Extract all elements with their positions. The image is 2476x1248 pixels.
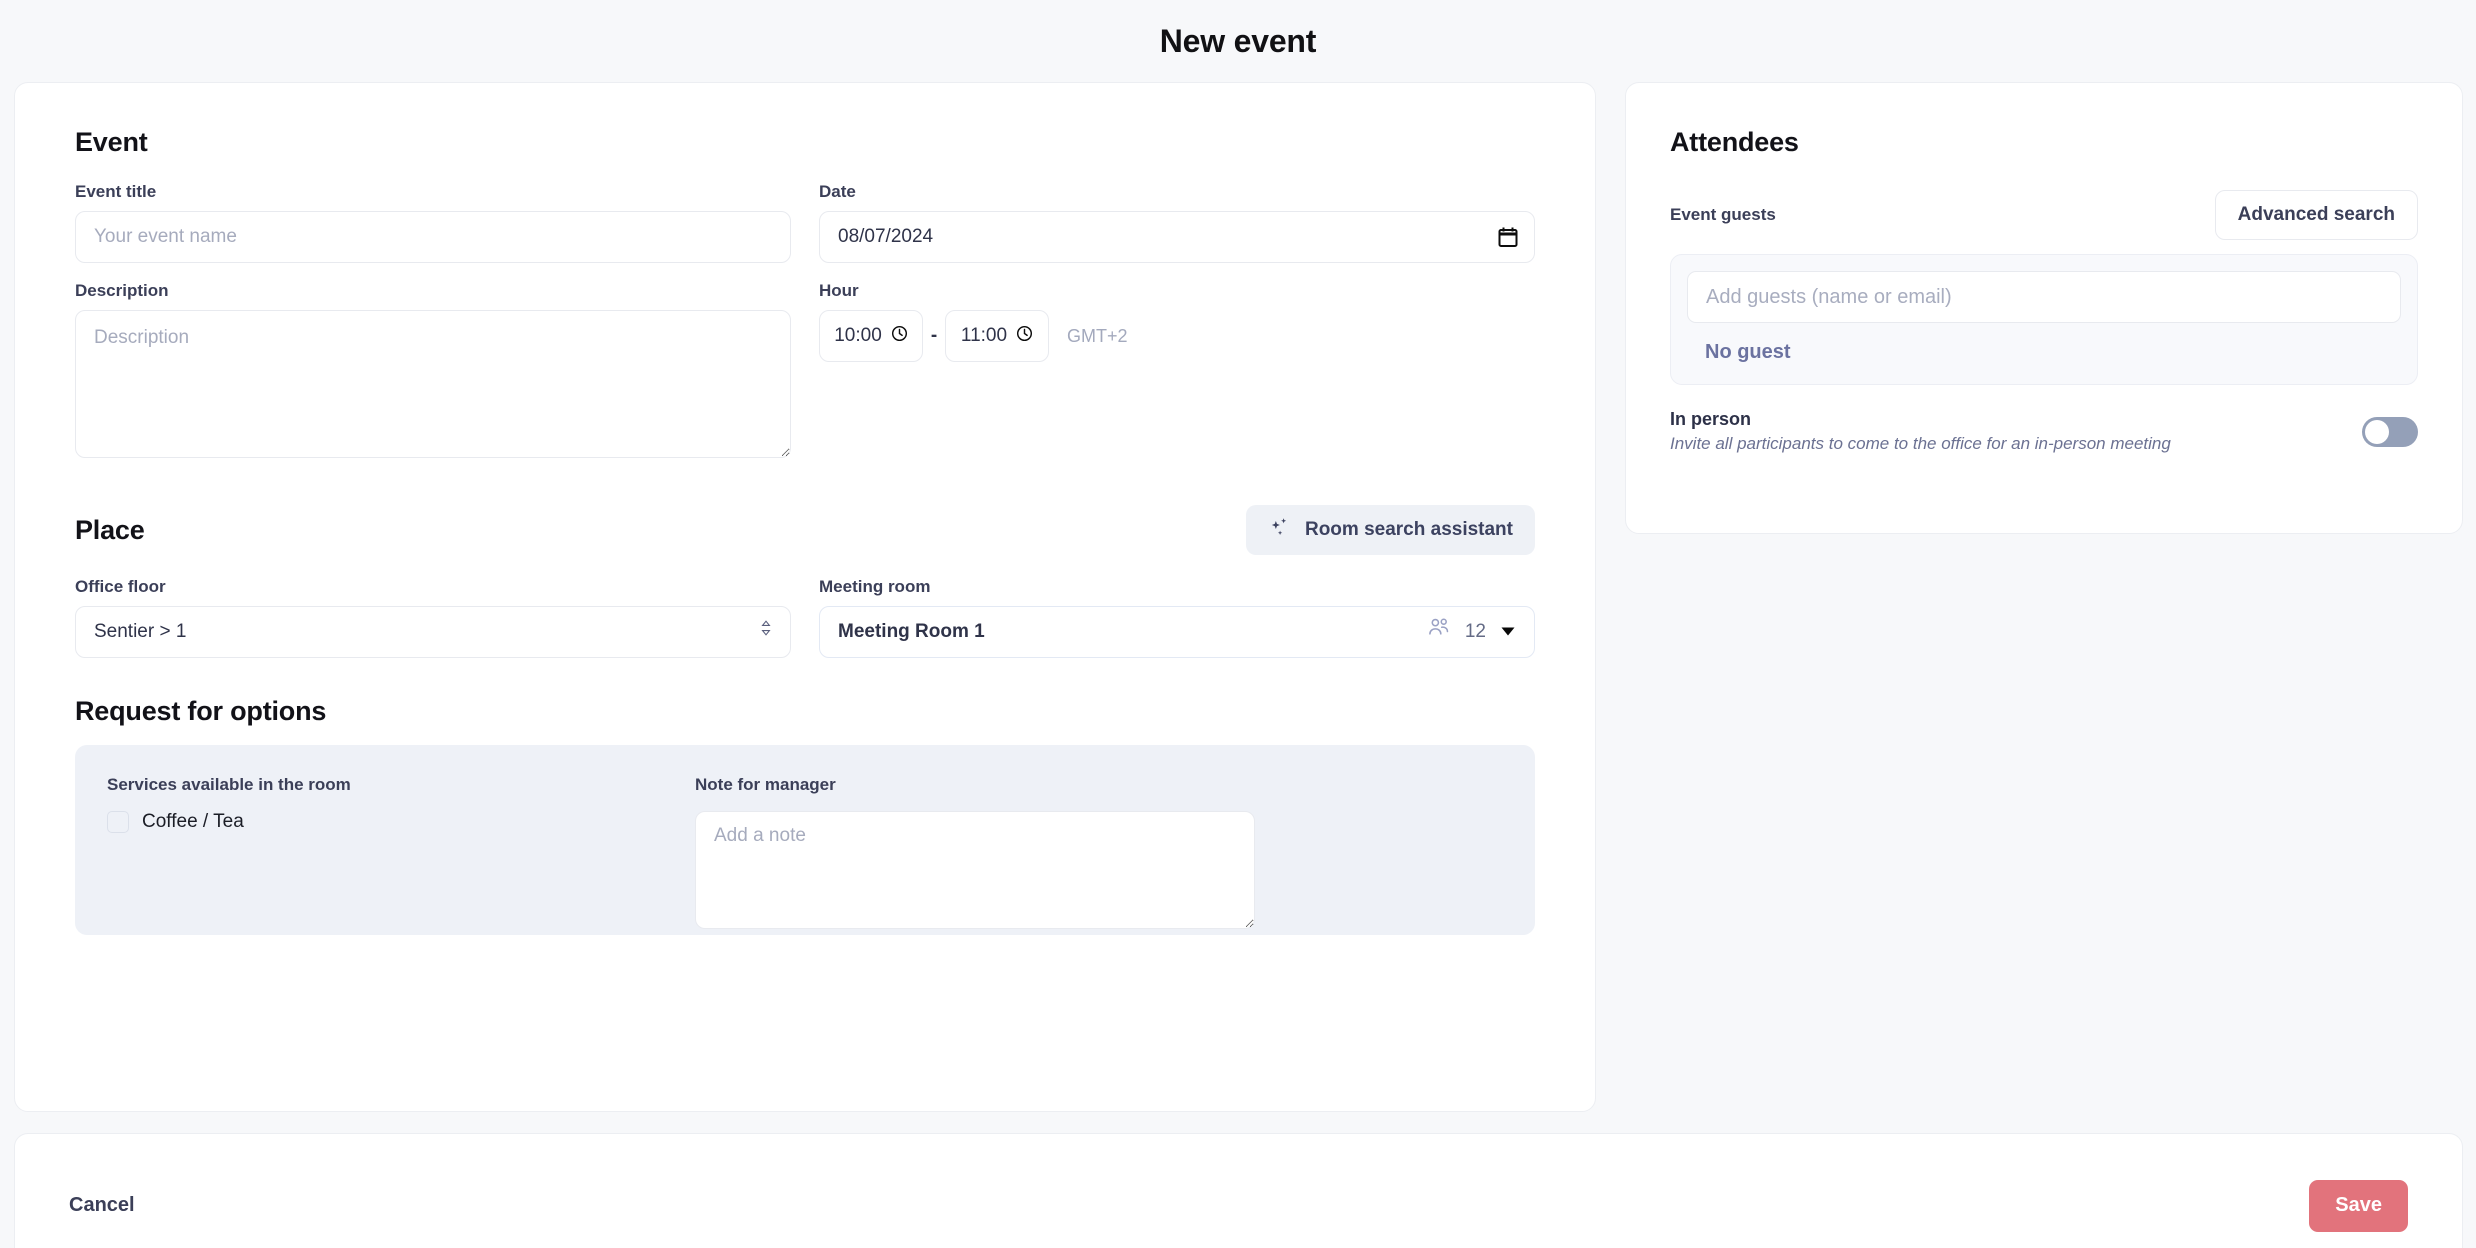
event-hour-row: 10:00 - 11:00 GMT+2	[819, 310, 1535, 362]
room-search-assistant-button[interactable]: Room search assistant	[1245, 505, 1535, 555]
request-options-panel: Services available in the room Coffee / …	[75, 745, 1535, 935]
event-right-column: Date 08/07/2024 Hour 10:00 - 11:00 GMT+2	[819, 182, 1535, 463]
in-person-toggle[interactable]	[2362, 416, 2418, 447]
meeting-room-capacity: 12	[1427, 607, 1516, 657]
place-header-row: Place Room search assistant	[75, 505, 1535, 555]
cancel-button[interactable]: Cancel	[69, 1194, 135, 1217]
event-hour-label: Hour	[819, 281, 859, 300]
event-description-label: Description	[75, 281, 169, 300]
event-title-label: Event title	[75, 182, 157, 201]
coffee-tea-label: Coffee / Tea	[142, 811, 244, 832]
services-label: Services available in the room	[107, 775, 351, 794]
start-time-field[interactable]: 10:00	[819, 310, 923, 362]
people-icon	[1427, 607, 1451, 657]
office-floor-value: Sentier > 1	[94, 621, 187, 642]
footer-bar: Cancel Save	[14, 1133, 2463, 1248]
start-time-value: 10:00	[834, 325, 882, 346]
add-guests-input[interactable]	[1687, 271, 2401, 323]
options-section-heading: Request for options	[75, 696, 327, 726]
coffee-tea-checkbox[interactable]	[107, 811, 129, 833]
office-floor-select[interactable]: Sentier > 1	[75, 606, 791, 658]
sparkles-icon	[1268, 516, 1291, 545]
office-floor-group: Office floor Sentier > 1	[75, 577, 791, 658]
event-date-label: Date	[819, 182, 856, 201]
time-separator: -	[930, 325, 938, 346]
event-description-textarea[interactable]	[75, 310, 791, 458]
event-left-column: Event title Description	[75, 182, 791, 463]
event-guests-label: Event guests	[1670, 205, 1776, 224]
clock-icon	[1016, 325, 1033, 348]
note-column: Note for manager	[695, 775, 1255, 929]
save-button[interactable]: Save	[2309, 1179, 2408, 1232]
in-person-title: In person	[1670, 409, 1752, 429]
note-for-manager-label: Note for manager	[695, 775, 836, 794]
in-person-subtitle: Invite all participants to come to the o…	[1670, 434, 2171, 453]
place-section-heading: Place	[75, 514, 145, 545]
attendees-section-heading: Attendees	[1670, 127, 1799, 157]
service-item-coffee-tea[interactable]: Coffee / Tea	[107, 811, 667, 833]
room-capacity-value: 12	[1464, 621, 1486, 642]
event-guests-header-row: Event guests Advanced search	[1670, 190, 2418, 240]
meeting-room-label: Meeting room	[819, 577, 931, 596]
no-guest-text: No guest	[1705, 341, 1791, 363]
event-title-input[interactable]	[75, 211, 791, 263]
guests-panel: No guest	[1670, 254, 2418, 385]
advanced-search-button[interactable]: Advanced search	[2214, 190, 2418, 240]
meeting-room-value: Meeting Room 1	[838, 621, 985, 642]
end-time-field[interactable]: 11:00	[945, 310, 1049, 362]
note-for-manager-textarea[interactable]	[695, 811, 1255, 929]
event-card: Event Event title Description Date 08/07…	[14, 82, 1596, 1112]
in-person-row: In person Invite all participants to com…	[1670, 409, 2418, 454]
page-title: New event	[1159, 22, 1317, 59]
meeting-room-group: Meeting room Meeting Room 1 12	[819, 577, 1535, 658]
event-date-value[interactable]: 08/07/2024	[819, 211, 1535, 263]
chevron-down-icon	[1500, 607, 1516, 657]
meeting-room-select[interactable]: Meeting Room 1 12	[819, 606, 1535, 658]
chevron-up-down-icon	[760, 607, 772, 657]
timezone-label: GMT+2	[1067, 325, 1128, 346]
event-section-heading: Event	[75, 127, 148, 157]
in-person-text-block: In person Invite all participants to com…	[1670, 409, 2171, 454]
services-column: Services available in the room Coffee / …	[107, 775, 667, 901]
end-time-value: 11:00	[960, 325, 1008, 346]
event-date-field[interactable]: 08/07/2024	[819, 211, 1535, 263]
toggle-knob	[2365, 419, 2389, 444]
office-floor-label: Office floor	[75, 577, 166, 596]
attendees-card: Attendees Event guests Advanced search N…	[1625, 82, 2463, 534]
room-search-assistant-label: Room search assistant	[1304, 519, 1513, 540]
clock-icon	[891, 325, 908, 348]
